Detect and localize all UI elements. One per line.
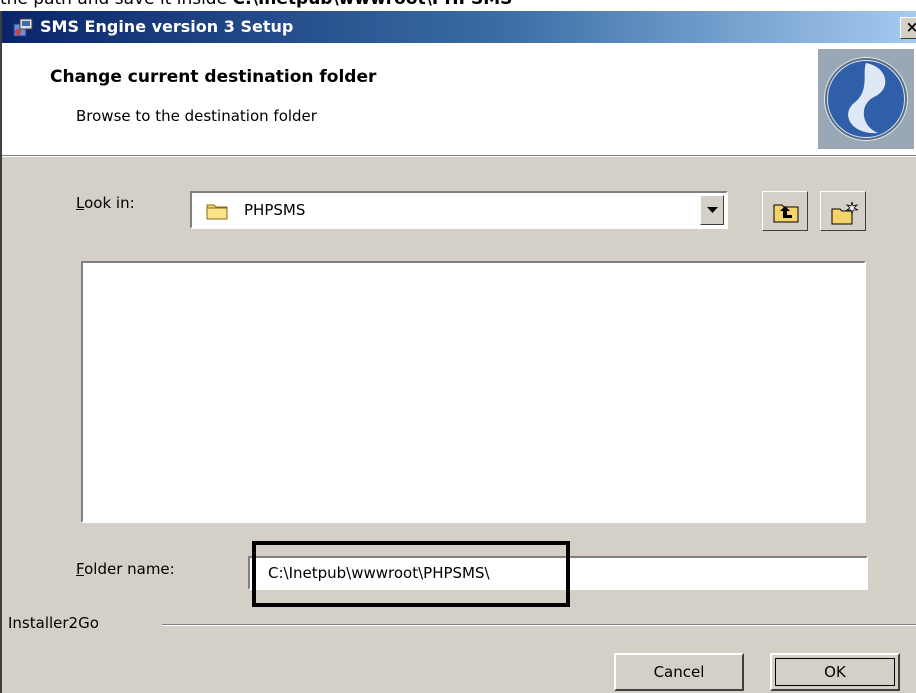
title-bar[interactable]: SMS Engine version 3 Setup × (2, 11, 916, 43)
up-one-level-button[interactable] (762, 191, 808, 231)
chevron-down-icon (707, 207, 718, 213)
installer-icon (13, 18, 33, 37)
footer-divider (162, 624, 916, 626)
cancel-button[interactable]: Cancel (614, 653, 744, 691)
header-subtitle: Browse to the destination folder (76, 107, 317, 125)
folder-name-label: Folder name: (76, 560, 175, 578)
ok-button[interactable]: OK (770, 653, 900, 691)
look-in-dropdown[interactable]: PHPSMS (190, 191, 728, 229)
wizard-header: Change current destination folder Browse… (2, 43, 916, 156)
up-one-level-icon (773, 204, 799, 223)
look-in-label: Look in: (76, 194, 135, 212)
tutorial-caption: the path and save it inside C:\Inetpub\w… (0, 0, 916, 11)
sms-engine-logo-icon (818, 49, 914, 149)
create-new-folder-icon (831, 201, 859, 225)
folder-list[interactable] (81, 261, 866, 523)
header-separator (2, 156, 916, 157)
folder-icon (206, 204, 228, 220)
dropdown-arrow-button[interactable] (700, 195, 724, 225)
caption-text: the path and save it inside (0, 0, 227, 9)
look-in-value: PHPSMS (244, 201, 306, 219)
close-button[interactable]: × (900, 17, 916, 39)
window-title: SMS Engine version 3 Setup (40, 17, 294, 36)
setup-dialog: SMS Engine version 3 Setup × Change curr… (0, 11, 916, 693)
caption-bold-path: C:\Inetpub\wwwroot\PHPSMS (232, 0, 512, 9)
installer-brand-label: Installer2Go (8, 614, 99, 632)
header-title: Change current destination folder (50, 67, 377, 87)
folder-name-input[interactable]: C:\Inetpub\wwwroot\PHPSMS\ (248, 556, 868, 590)
create-new-folder-button[interactable] (820, 191, 866, 231)
